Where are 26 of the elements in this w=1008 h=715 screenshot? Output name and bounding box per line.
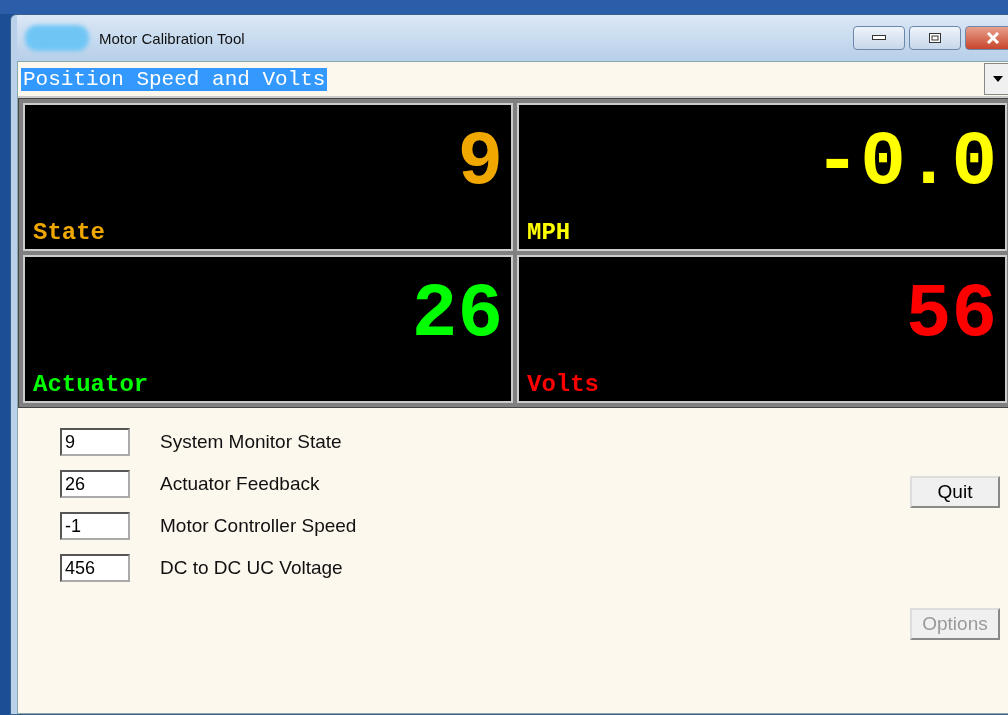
display-value: 26 [411,277,503,353]
readout-label: System Monitor State [160,431,342,453]
display-label: State [33,221,106,245]
minimize-button[interactable] [853,26,905,50]
minimize-icon [872,35,886,41]
readout-label: Actuator Feedback [160,473,320,495]
readout-label: Motor Controller Speed [160,515,357,537]
display-label: Actuator [33,373,150,397]
display-value: 56 [905,277,997,353]
display-value: -0.0 [814,125,997,201]
readout-label: DC to DC UC Voltage [160,557,343,579]
selected-view: Position Speed and Volts [21,67,328,91]
app-icon [25,25,89,51]
display-label: Volts [527,373,600,397]
push-button[interactable]: Quit [910,476,1000,508]
readout-field[interactable]: 456 [60,554,130,582]
maximize-icon [929,33,941,43]
display-value: 9 [457,125,503,201]
maximize-button[interactable] [909,26,961,50]
display-label: MPH [527,221,572,245]
close-button[interactable] [965,26,1008,50]
close-icon [986,32,1000,44]
window-title: Motor Calibration Tool [99,29,245,47]
readout-field[interactable]: 9 [60,428,130,456]
readout-field[interactable]: -1 [60,512,130,540]
readout-field[interactable]: 26 [60,470,130,498]
